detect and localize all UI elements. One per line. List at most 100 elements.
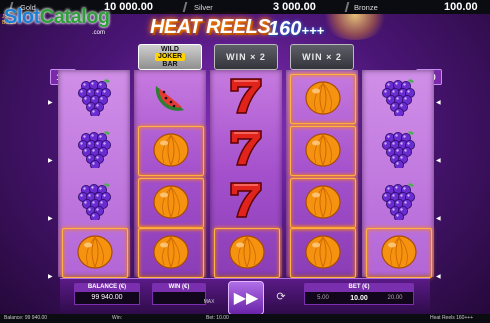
- payline-markers-left: ▶ ▶ ▶ ▶: [48, 100, 54, 280]
- reel-2: [134, 70, 206, 278]
- win-value: [152, 291, 206, 305]
- spin-button[interactable]: ▶▶: [228, 281, 264, 315]
- bet-selector[interactable]: BET (€) 5.00 10.00 20.00: [304, 283, 414, 311]
- game-stage: Gold 10 000.00 Silver 3 000.00 Bronze 10…: [0, 0, 490, 323]
- balance-box: BALANCE (€) 99 940.00: [74, 283, 140, 311]
- footer-balance: Balance: 99 940.00: [4, 315, 48, 321]
- grapes-symbol-cell: [366, 178, 430, 226]
- win-multiplier-box: WIN × 2: [214, 44, 278, 70]
- win-label: WIN (€): [152, 283, 206, 291]
- win-box: WIN (€): [152, 283, 206, 311]
- payline-arrow-icon: ▶: [48, 158, 53, 164]
- fast-forward-icon: ▶▶: [233, 290, 259, 307]
- orange-symbol-cell: [138, 126, 204, 176]
- jackpot-gold-value: 10 000.00: [104, 1, 153, 13]
- orange-symbol-cell: [290, 228, 356, 278]
- jackpot-separator: [344, 2, 350, 12]
- orange-symbol-cell: [366, 228, 432, 278]
- payline-arrow-icon: ▶: [48, 100, 53, 106]
- orange-icon: [302, 180, 344, 227]
- status-footer: Balance: 99 940.00 Win: Bet: 10.00 Heat …: [0, 314, 490, 323]
- max-bet-button[interactable]: MAX: [200, 287, 218, 305]
- orange-icon: [226, 230, 268, 277]
- watermelon-symbol-cell: [138, 74, 202, 122]
- grapes-symbol-cell: [366, 126, 430, 174]
- reel-3: [210, 70, 282, 278]
- orange-symbol-cell: [138, 228, 204, 278]
- win-multiplier-box: WIN × 2: [290, 44, 354, 70]
- payline-arrow-icon: ▶: [48, 274, 53, 280]
- watermelon-icon: [150, 76, 190, 121]
- watermark-catalog: Catalog: [39, 6, 110, 28]
- autoplay-button[interactable]: ⟳: [272, 287, 290, 305]
- jackpot-silver-value-wrap: 3 000.00: [273, 0, 316, 14]
- grapes-icon: [74, 180, 114, 225]
- balance-value: 99 940.00: [74, 291, 140, 305]
- bet-option[interactable]: 5.00: [305, 295, 341, 301]
- bet-options: 5.00 10.00 20.00: [304, 291, 414, 305]
- orange-icon: [302, 230, 344, 277]
- reel-4: [286, 70, 358, 278]
- balance-label: BALANCE (€): [74, 283, 140, 291]
- wjb-mid: JOKER: [154, 53, 186, 61]
- watermark-slot: Slot: [4, 6, 40, 28]
- orange-icon: [378, 230, 420, 277]
- payline-arrow-icon: ◀: [436, 158, 441, 164]
- grapes-symbol-cell: [62, 126, 126, 174]
- payline-arrow-icon: ◀: [436, 216, 441, 222]
- reel-1: [58, 70, 130, 278]
- orange-icon: [150, 180, 192, 227]
- footer-win: Win:: [112, 315, 122, 321]
- game-title-num: 160: [268, 18, 302, 40]
- grapes-icon: [378, 76, 418, 121]
- orange-icon: [302, 128, 344, 175]
- bet-label: BET (€): [304, 283, 414, 291]
- jackpot-gold-value-wrap: 10 000.00: [104, 0, 153, 14]
- bet-option-selected[interactable]: 10.00: [341, 295, 377, 302]
- orange-icon: [150, 230, 192, 277]
- orange-icon: [302, 76, 344, 123]
- orange-symbol-cell: [138, 178, 204, 228]
- watermark-logo: SlotCatalog: [4, 6, 110, 29]
- jackpot-bronze-value-wrap: 100.00: [444, 0, 478, 14]
- seven-symbol-cell: [214, 126, 278, 174]
- grapes-icon: [378, 128, 418, 173]
- jackpot-separator: [182, 2, 188, 12]
- orange-symbol-cell: [62, 228, 128, 278]
- wjb-top: WILD: [161, 46, 179, 53]
- orange-icon: [74, 230, 116, 277]
- seven-icon: [226, 127, 266, 174]
- jackpot-bronze-value: 100.00: [444, 1, 478, 13]
- autoplay-icon: ⟳: [276, 290, 286, 303]
- jackpot-silver-value: 3 000.00: [273, 1, 316, 13]
- orange-symbol-cell: [214, 228, 280, 278]
- grapes-symbol-cell: [62, 178, 126, 226]
- seven-icon: [226, 179, 266, 226]
- jackpot-bronze-label: Bronze: [354, 2, 378, 12]
- footer-game: Heat Reels 160+++: [430, 315, 474, 321]
- seven-symbol-cell: [214, 178, 278, 226]
- grapes-icon: [378, 180, 418, 225]
- game-title: HEAT REELS: [150, 16, 271, 38]
- jackpot-silver: Silver: [194, 0, 213, 14]
- reel-header-win-x2: WIN × 2: [286, 42, 358, 70]
- payline-arrow-icon: ◀: [436, 274, 441, 280]
- jackpot-silver-label: Silver: [194, 2, 213, 12]
- reel-5: [362, 70, 434, 278]
- wjb-bot: BAR: [162, 61, 178, 68]
- seven-symbol-cell: [214, 74, 278, 122]
- seven-icon: [226, 75, 266, 122]
- grapes-icon: [74, 76, 114, 121]
- orange-symbol-cell: [290, 178, 356, 228]
- footer-bet: Bet: 10.00: [206, 315, 229, 321]
- payline-markers-right: ◀ ◀ ◀ ◀: [436, 100, 442, 280]
- grapes-symbol-cell: [366, 74, 430, 122]
- win-multiplier-text: WIN × 2: [302, 52, 342, 62]
- bet-option[interactable]: 20.00: [377, 295, 413, 301]
- grapes-symbol-cell: [62, 74, 126, 122]
- payline-arrow-icon: ◀: [436, 100, 441, 106]
- reel-header-win-x2: WIN × 2: [210, 42, 282, 70]
- control-panel: BALANCE (€) 99 940.00 WIN (€) MAX ▶▶ ⟳ B…: [60, 278, 430, 315]
- payline-arrow-icon: ▶: [48, 216, 53, 222]
- win-multiplier-text: WIN × 2: [226, 52, 266, 62]
